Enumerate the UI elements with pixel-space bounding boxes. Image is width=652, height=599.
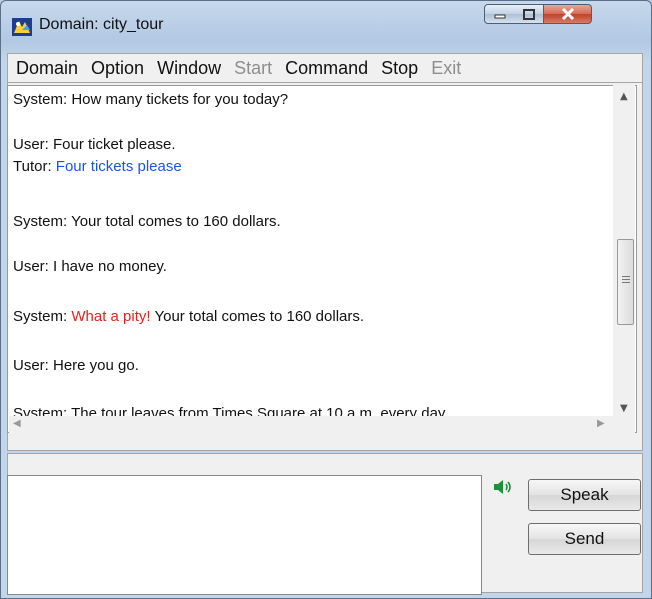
dialog-line-tutor: Tutor: Four tickets please — [13, 158, 182, 175]
scroll-down-icon[interactable]: ▼ — [620, 403, 628, 414]
dialog-text: System: How many tickets for you today? … — [13, 86, 613, 430]
system-label: System: — [13, 308, 68, 325]
speak-button[interactable]: Speak — [528, 479, 641, 511]
scroll-corner — [613, 416, 635, 433]
minimize-icon — [494, 14, 505, 19]
dialog-line-system: System: Your total comes to 160 dollars. — [13, 213, 281, 230]
scroll-up-icon[interactable]: ▲ — [620, 91, 628, 102]
system-text: Your total comes to 160 dollars. — [154, 308, 365, 325]
title-bar[interactable]: Domain: city_tour — [1, 1, 651, 53]
system-highlight: What a pity! — [71, 308, 151, 325]
app-window: Domain: city_tour Domain Option Window S… — [0, 0, 652, 599]
dialog-line-system: System: What a pity! Your total comes to… — [13, 308, 364, 325]
menu-option[interactable]: Option — [91, 58, 144, 79]
minimize-button[interactable] — [484, 4, 515, 24]
dialog-line-user: User: I have no money. — [13, 258, 167, 275]
scroll-right-icon[interactable]: ▶ — [597, 418, 605, 429]
menu-window[interactable]: Window — [157, 58, 221, 79]
close-button[interactable] — [544, 4, 592, 24]
grip-icon — [622, 276, 630, 277]
menu-stop[interactable]: Stop — [381, 58, 418, 79]
menu-start: Start — [234, 57, 273, 78]
menu-exit: Exit — [431, 57, 462, 78]
tutor-label: Tutor: — [13, 158, 52, 175]
maximize-icon — [522, 8, 535, 20]
dialog-line-user: User: Here you go. — [13, 357, 139, 374]
menu-domain[interactable]: Domain — [16, 58, 78, 79]
menu-command[interactable]: Command — [285, 58, 368, 79]
dialog-line-user: User: Four ticket please. — [13, 136, 176, 153]
window-title: Domain: city_tour — [39, 16, 164, 33]
send-button[interactable]: Send — [528, 523, 641, 555]
scroll-left-icon[interactable]: ◀ — [13, 418, 21, 429]
close-icon — [561, 8, 574, 20]
maximize-button[interactable] — [514, 4, 544, 24]
menu-bar: Domain Option Window Start Command Stop … — [7, 53, 643, 83]
dialog-line-system: System: How many tickets for you today? — [13, 91, 289, 108]
horizontal-scrollbar[interactable]: ◀ ▶ — [9, 416, 613, 433]
tutor-correction: Four tickets please — [55, 158, 182, 175]
speaker-icon[interactable] — [493, 479, 513, 495]
app-icon — [12, 18, 32, 36]
message-input[interactable] — [7, 475, 482, 595]
dialog-transcript[interactable]: System: How many tickets for you today? … — [7, 85, 637, 433]
scrollbar-thumb[interactable] — [617, 239, 634, 325]
